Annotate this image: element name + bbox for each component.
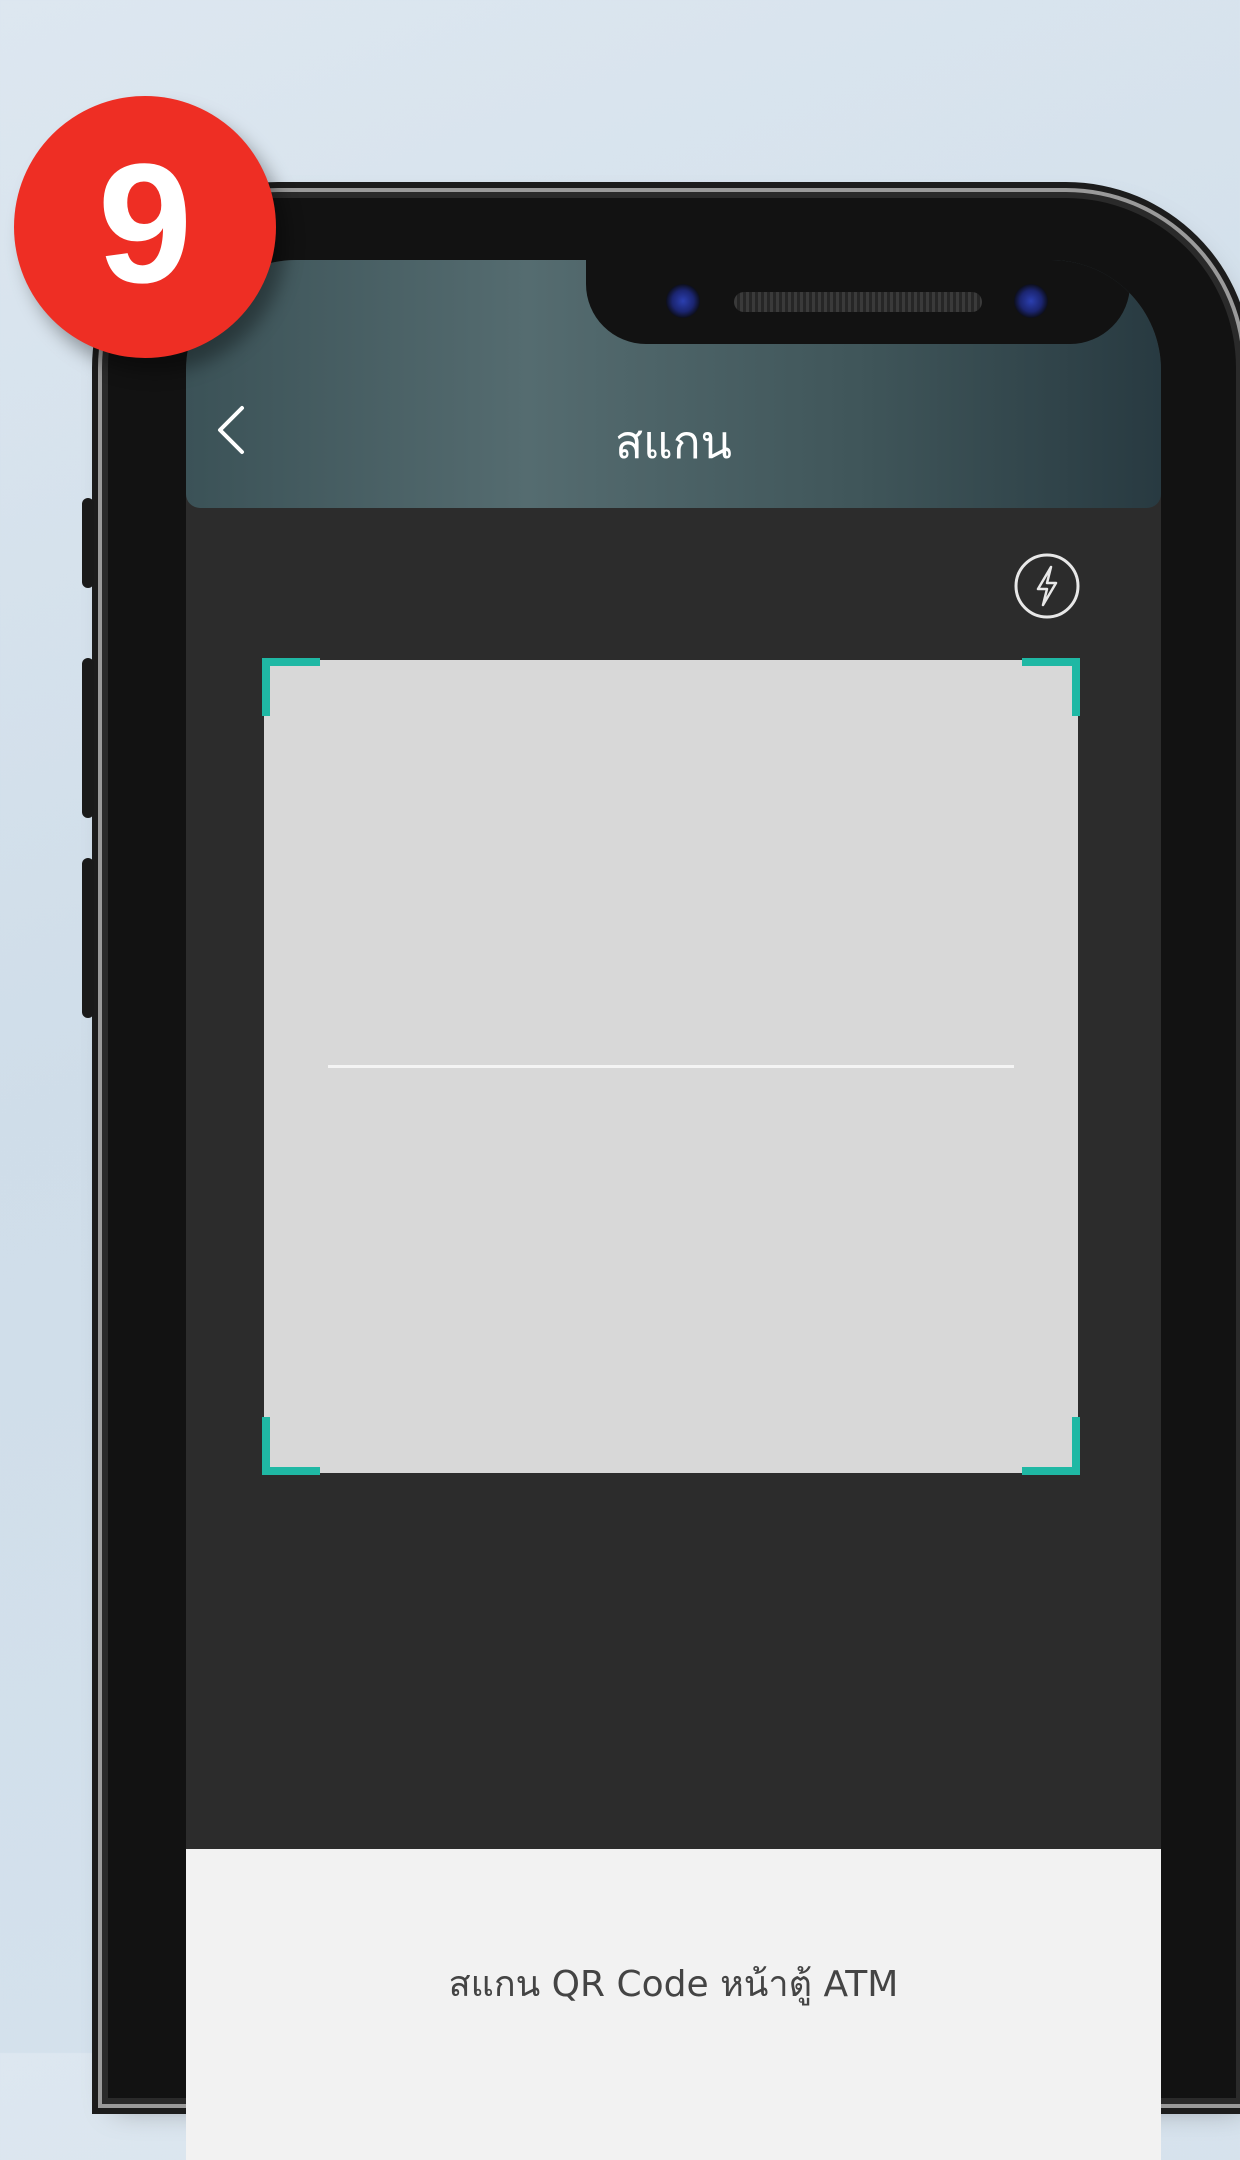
- earpiece-speaker: [734, 292, 982, 312]
- silent-switch: [82, 498, 94, 588]
- flash-toggle-button[interactable]: [1012, 551, 1082, 621]
- scan-frame-corner-top-left: [262, 658, 320, 716]
- instruction-panel: สแกน QR Code หน้าตู้ ATM: [186, 1849, 1161, 2160]
- front-sensor: [1014, 284, 1048, 318]
- phone-screen: สแกน สแกน QR Code หน้าตู้ ATM: [186, 260, 1161, 2160]
- front-camera: [666, 284, 700, 318]
- volume-down-button: [82, 858, 94, 1018]
- scan-instruction-text: สแกน QR Code หน้าตู้ ATM: [448, 1964, 899, 2005]
- qr-scan-area[interactable]: [262, 658, 1080, 1475]
- volume-up-button: [82, 658, 94, 818]
- page-title: สแกน: [614, 415, 733, 469]
- scan-frame-corner-bottom-right: [1022, 1417, 1080, 1475]
- scan-line: [328, 1065, 1014, 1068]
- step-number-badge: 9: [14, 96, 276, 358]
- scan-frame-corner-bottom-left: [262, 1417, 320, 1475]
- scan-frame-corner-top-right: [1022, 658, 1080, 716]
- flash-icon: [1014, 553, 1080, 619]
- step-number: 9: [97, 129, 193, 319]
- phone-notch: [586, 260, 1130, 344]
- phone-frame: สแกน สแกน QR Code หน้าตู้ ATM: [82, 198, 1236, 2160]
